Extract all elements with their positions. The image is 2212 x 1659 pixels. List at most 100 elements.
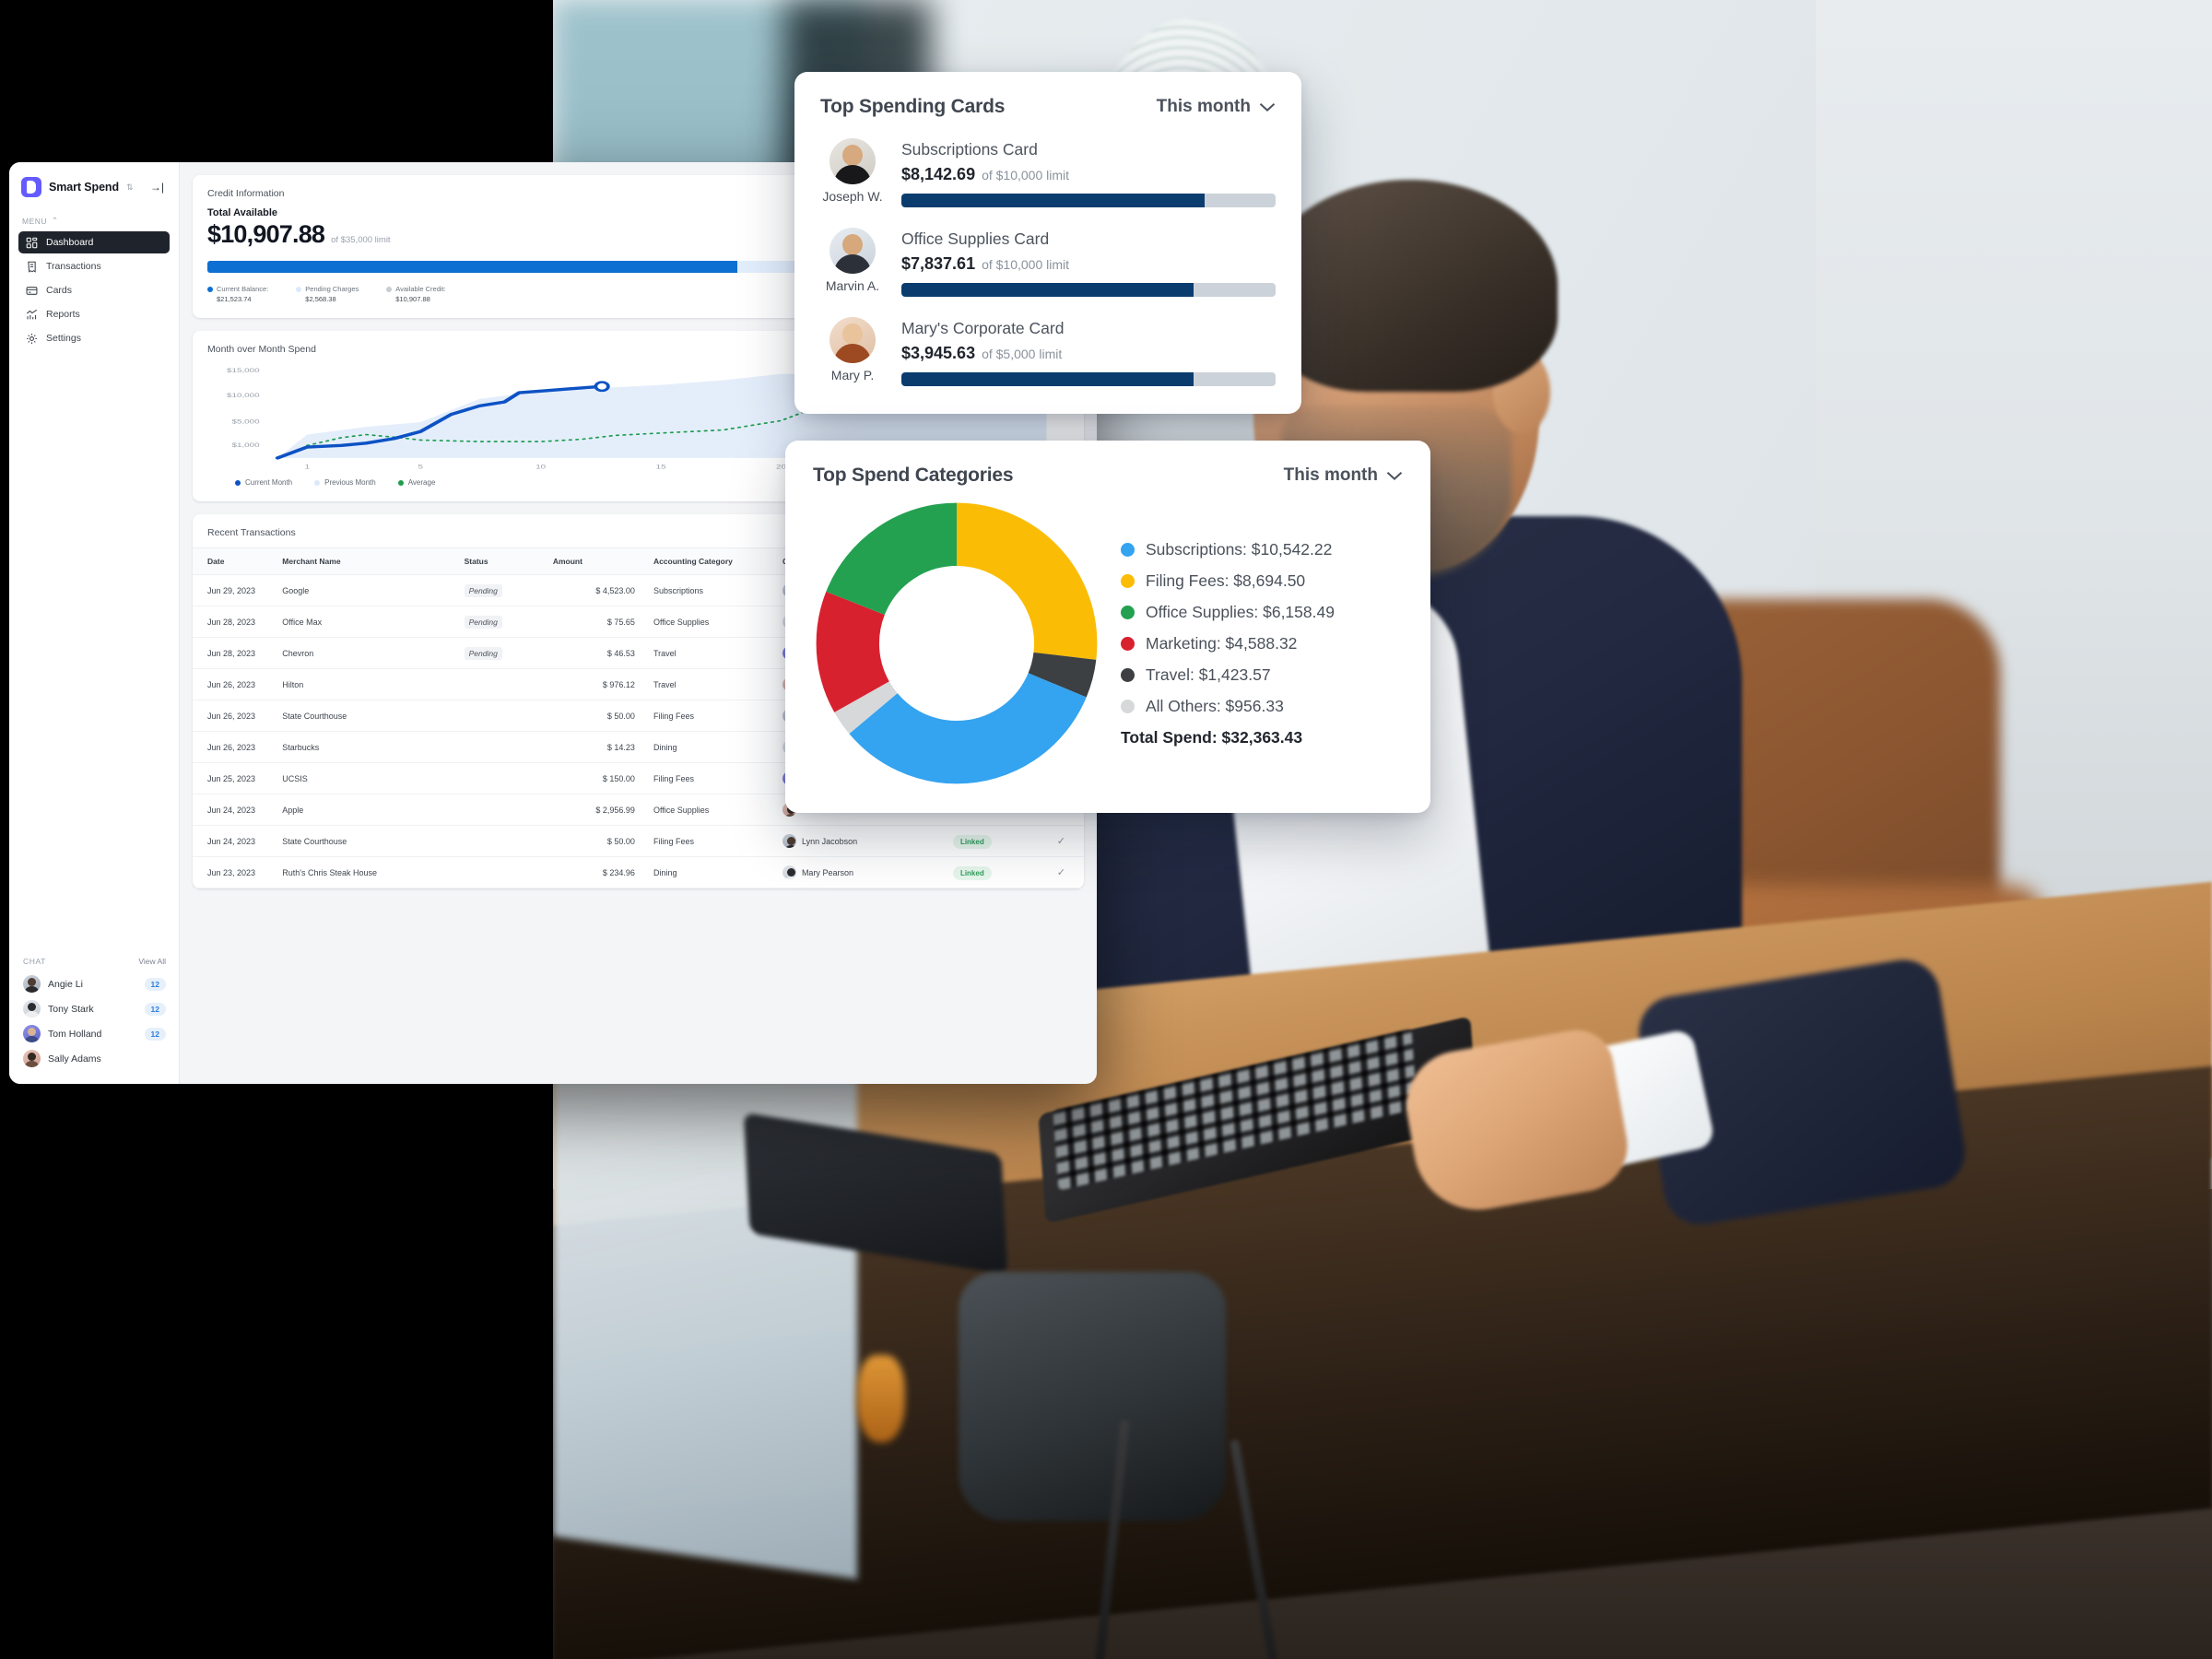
top-spend-categories-panel: Top Spend Categories This month Subscrip… <box>785 441 1430 813</box>
brand-switcher[interactable]: Smart Spend ⇅ →| <box>9 162 179 210</box>
screenshot-stage: Smart Spend ⇅ →| MENU ⌃ Dashboard Transa… <box>0 0 2212 1659</box>
cell-category: Filing Fees <box>640 762 777 794</box>
col-status[interactable]: Status <box>458 547 547 575</box>
chart-icon <box>26 309 38 319</box>
chat-view-all-link[interactable]: View All <box>138 957 166 966</box>
cell-status <box>458 825 547 857</box>
sidebar-item-reports[interactable]: Reports <box>18 303 170 325</box>
chevron-updown-icon[interactable]: ⇅ <box>126 182 134 192</box>
sidebar: Smart Spend ⇅ →| MENU ⌃ Dashboard Transa… <box>9 162 180 1084</box>
svg-text:$5,000: $5,000 <box>232 418 260 425</box>
chevron-up-icon: ⌃ <box>52 216 59 225</box>
cell-date: Jun 26, 2023 <box>193 668 277 700</box>
col-category[interactable]: Accounting Category <box>640 547 777 575</box>
cell-cardholder: Mary Pearson <box>776 856 947 888</box>
cell-linked-status: Linked <box>947 856 1039 888</box>
panel-title: Top Spend Categories <box>813 465 1014 486</box>
legend-subscriptions: Subscriptions: $10,542.22 <box>1121 540 1403 559</box>
avatar <box>23 1050 41 1067</box>
cell-merchant: Apple <box>276 794 459 826</box>
period-selector[interactable]: This month <box>1157 97 1276 117</box>
sidebar-item-settings[interactable]: Settings <box>18 327 170 349</box>
chat-unread-badge: 12 <box>144 1027 166 1041</box>
credit-limit-text: of $35,000 limit <box>331 235 391 245</box>
status-badge: Pending <box>464 615 502 629</box>
cell-linked-status: Linked <box>947 825 1039 857</box>
avatar <box>830 138 876 184</box>
cell-category: Office Supplies <box>640 794 777 826</box>
cell-merchant: Starbucks <box>276 731 459 763</box>
chat-unread-badge: 12 <box>144 977 166 991</box>
legend-previous-month: Previous Month <box>314 478 376 487</box>
cell-category: Travel <box>640 637 777 669</box>
legend-current-month: Current Month <box>235 478 292 487</box>
card-icon <box>26 286 38 295</box>
chat-contact[interactable]: Tony Stark 12 <box>21 996 168 1021</box>
card-name: Subscriptions Card <box>901 140 1038 159</box>
top-spending-cards-panel: Top Spending Cards This month Joseph W. … <box>794 72 1301 414</box>
avatar <box>23 975 41 993</box>
cell-date: Jun 28, 2023 <box>193 637 277 669</box>
sidebar-item-cards[interactable]: Cards <box>18 279 170 301</box>
legend-marketing: Marketing: $4,588.32 <box>1121 634 1403 653</box>
chat-unread-badge: 12 <box>144 1002 166 1016</box>
card-limit-text: of $10,000 limit <box>982 168 1070 182</box>
cell-amount: $ 2,956.99 <box>547 794 641 826</box>
collapse-sidebar-icon[interactable]: →| <box>150 181 164 194</box>
sidebar-item-transactions[interactable]: Transactions <box>18 255 170 277</box>
card-spend-amount: $7,837.61 <box>901 254 976 273</box>
cell-check[interactable]: ✓ <box>1038 856 1084 888</box>
chat-contact[interactable]: Sally Adams <box>21 1046 168 1071</box>
svg-text:$10,000: $10,000 <box>227 392 260 399</box>
cell-amount: $ 46.53 <box>547 637 641 669</box>
sidebar-item-dashboard[interactable]: Dashboard <box>18 231 170 253</box>
status-badge: Pending <box>464 583 502 597</box>
card-usage-bar <box>901 194 1276 207</box>
chat-contact[interactable]: Tom Holland 12 <box>21 1021 168 1046</box>
spending-card-row[interactable]: Joseph W. Subscriptions Card $8,142.69 o… <box>820 138 1276 207</box>
svg-text:5: 5 <box>418 463 424 470</box>
period-selector[interactable]: This month <box>1284 465 1403 486</box>
col-date[interactable]: Date <box>193 547 277 575</box>
cardholder-name: Marvin A. <box>825 278 880 293</box>
current-month-endpoint <box>594 381 610 393</box>
legend-average: Average <box>397 478 435 487</box>
svg-text:$15,000: $15,000 <box>227 367 260 374</box>
card-usage-bar <box>901 283 1276 297</box>
sidebar-item-label: Transactions <box>46 261 101 272</box>
cell-cardholder: Lynn Jacobson <box>776 825 947 857</box>
menu-section-label[interactable]: MENU ⌃ <box>9 210 179 231</box>
check-icon[interactable]: ✓ <box>1057 836 1065 847</box>
cell-check[interactable]: ✓ <box>1038 825 1084 857</box>
table-row[interactable]: Jun 24, 2023 State Courthouse $ 50.00 Filin… <box>193 825 1084 857</box>
cell-status <box>458 700 547 732</box>
col-amount[interactable]: Amount <box>547 547 641 575</box>
avatar <box>830 228 876 274</box>
spending-card-row[interactable]: Marvin A. Office Supplies Card $7,837.61… <box>820 228 1276 297</box>
col-merchant[interactable]: Merchant Name <box>276 547 459 575</box>
cell-date: Jun 24, 2023 <box>193 825 277 857</box>
cell-amount: $ 4,523.00 <box>547 574 641 606</box>
chat-contact[interactable]: Angie Li 12 <box>21 971 168 996</box>
legend-pending-charges: Pending Charges $2,568.38 <box>296 285 359 303</box>
cardholder-name: Mary P. <box>830 368 875 382</box>
cell-category: Travel <box>640 668 777 700</box>
cell-merchant: Google <box>276 574 459 606</box>
card-name: Office Supplies Card <box>901 229 1050 248</box>
card-limit-text: of $10,000 limit <box>982 257 1070 272</box>
check-icon[interactable]: ✓ <box>1057 867 1065 878</box>
cell-amount: $ 14.23 <box>547 731 641 763</box>
total-available-amount: $10,907.88 <box>207 220 325 248</box>
cell-amount: $ 150.00 <box>547 762 641 794</box>
cardholder-name: Joseph W. <box>822 189 883 204</box>
card-spend-amount: $3,945.63 <box>901 344 976 362</box>
avatar <box>23 1025 41 1042</box>
spending-card-row[interactable]: Mary P. Mary's Corporate Card $3,945.63 … <box>820 317 1276 386</box>
cell-category: Dining <box>640 856 777 888</box>
table-row[interactable]: Jun 23, 2023 Ruth's Chris Steak House $ 23… <box>193 856 1084 888</box>
card-usage-bar <box>901 372 1276 386</box>
legend-travel: Travel: $1,423.57 <box>1121 665 1403 685</box>
chat-contact-name: Tony Stark <box>48 1003 94 1015</box>
chat-section-title: CHAT <box>23 957 46 966</box>
cell-status <box>458 668 547 700</box>
